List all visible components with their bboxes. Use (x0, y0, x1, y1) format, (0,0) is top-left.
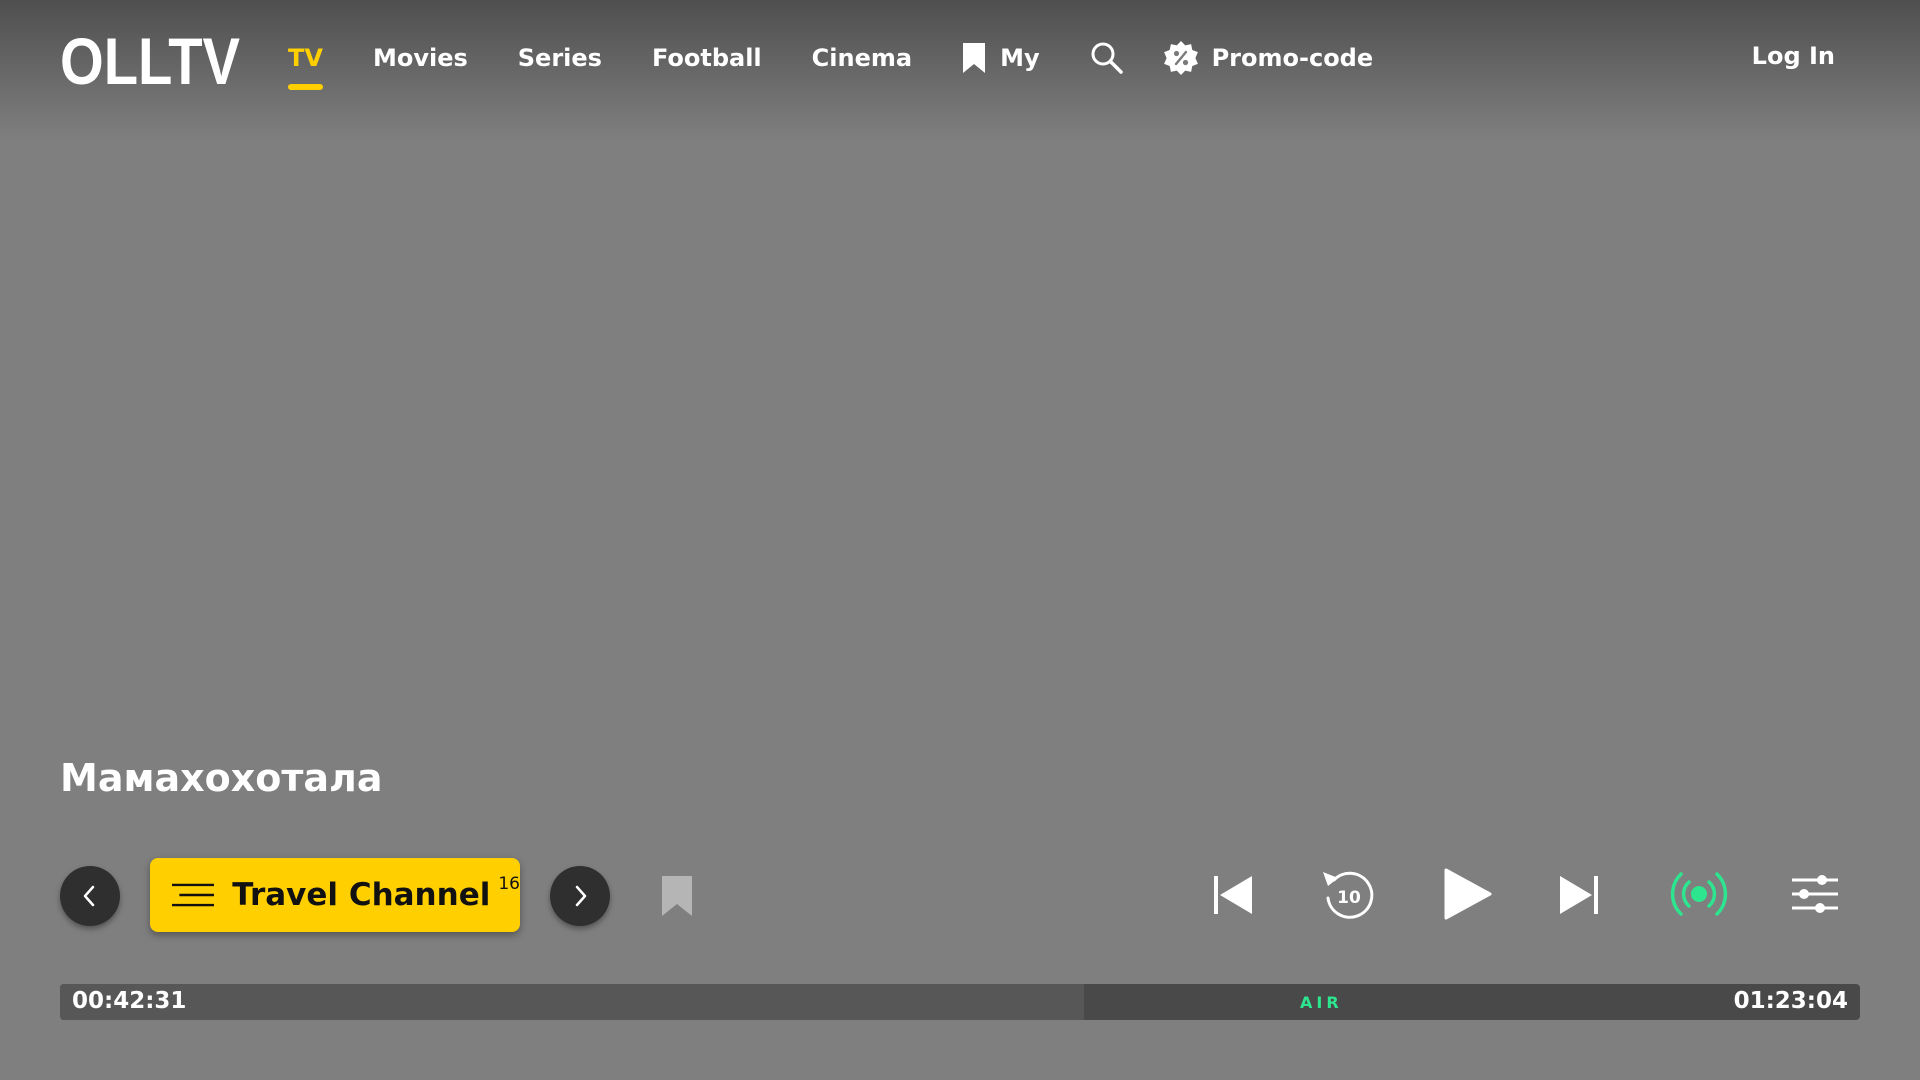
olltv-logo[interactable]: OLLTV (60, 28, 240, 88)
login-button[interactable]: Log In (1752, 42, 1835, 70)
promo-code-label: Promo-code (1211, 44, 1374, 72)
progress-fill (60, 984, 1085, 1020)
nav-item-tv[interactable]: TV (288, 44, 323, 90)
air-label: AIR (1300, 993, 1343, 1012)
nav-item-label: Series (517, 44, 602, 72)
skip-next-icon (1560, 876, 1598, 914)
skip-previous-button[interactable] (1212, 868, 1254, 926)
login-label: Log In (1751, 42, 1835, 70)
nav-item-label: TV (288, 44, 323, 72)
nav-item-football[interactable]: Football (652, 44, 762, 72)
logo-text: OLLTV (60, 28, 240, 88)
nav-item-label: Cinema (811, 44, 913, 72)
rewind-10-button[interactable]: 10 (1320, 866, 1376, 926)
bookmark-icon (963, 43, 986, 73)
main-nav: TV Movies Series Football Cinema My Prom… (288, 0, 1423, 116)
next-channel-button[interactable] (550, 866, 610, 926)
program-title: Мамахохотала (60, 756, 383, 800)
percent-badge-icon (1163, 41, 1198, 75)
nav-item-label: Movies (372, 44, 468, 72)
settings-sliders-icon (1792, 875, 1838, 913)
settings-button[interactable] (1790, 874, 1840, 918)
bookmark-icon (662, 876, 692, 916)
previous-channel-button[interactable] (60, 866, 120, 926)
rewind-seconds: 10 (1337, 888, 1361, 908)
nav-item-movies[interactable]: Movies (373, 44, 468, 72)
nav-item-label: My (1000, 44, 1040, 72)
total-time: 01:23:04 (1733, 988, 1848, 1014)
add-favorite-button[interactable] (660, 876, 694, 920)
elapsed-time: 00:42:31 (72, 988, 187, 1014)
chevron-left-icon (83, 885, 95, 907)
channel-name: Travel Channel (232, 877, 491, 913)
channel-list-button[interactable]: Travel Channel 16 (150, 858, 520, 932)
menu-icon (172, 883, 215, 907)
chevron-right-icon (575, 885, 587, 907)
live-button[interactable] (1670, 866, 1728, 926)
search-button[interactable] (1090, 41, 1124, 75)
nav-item-label: Football (651, 44, 762, 72)
live-broadcast-icon (1670, 872, 1728, 916)
nav-item-my[interactable]: My (962, 43, 1040, 73)
skip-previous-icon (1214, 876, 1252, 914)
play-button[interactable] (1440, 866, 1494, 926)
progress-bar[interactable]: 00:42:31 AIR 01:23:04 (60, 984, 1860, 1020)
play-icon (1444, 868, 1492, 920)
promo-code-link[interactable]: Promo-code (1163, 41, 1374, 75)
age-rating: 16 (498, 874, 520, 894)
nav-item-series[interactable]: Series (518, 44, 602, 72)
skip-next-button[interactable] (1558, 868, 1600, 926)
rewind-10-icon: 10 (1323, 871, 1374, 919)
search-icon (1091, 42, 1123, 74)
nav-item-cinema[interactable]: Cinema (812, 44, 912, 72)
